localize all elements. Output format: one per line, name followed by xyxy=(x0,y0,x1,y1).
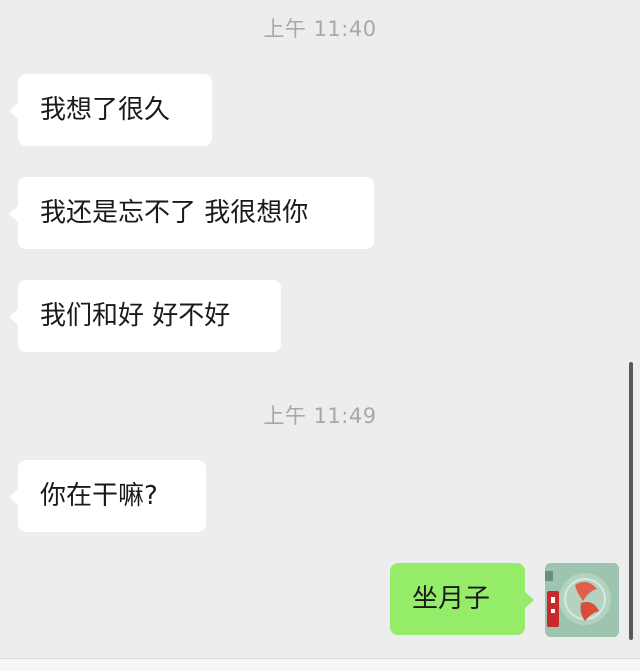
scrollbar[interactable] xyxy=(629,362,633,640)
incoming-message-bubble[interactable]: 我还是忘不了 我很想你 xyxy=(9,177,374,249)
incoming-message-bubble[interactable]: 我想了很久 xyxy=(9,74,212,146)
user-avatar-image[interactable] xyxy=(545,563,619,637)
avatar-image-icon xyxy=(545,563,619,637)
timestamp: 上午 11:40 xyxy=(263,17,377,41)
incoming-message-bubble[interactable]: 你在干嘛? xyxy=(9,460,206,532)
chat-conversation[interactable]: 上午 11:40 我想了很久 我还是忘不了 我很想你 我们和好 好不好 上午 1… xyxy=(0,0,640,671)
outgoing-message-bubble[interactable]: 坐月子 xyxy=(390,563,534,635)
input-bar-edge xyxy=(0,658,640,671)
incoming-message-bubble[interactable]: 我们和好 好不好 xyxy=(9,280,281,352)
timestamp: 上午 11:49 xyxy=(263,404,377,428)
